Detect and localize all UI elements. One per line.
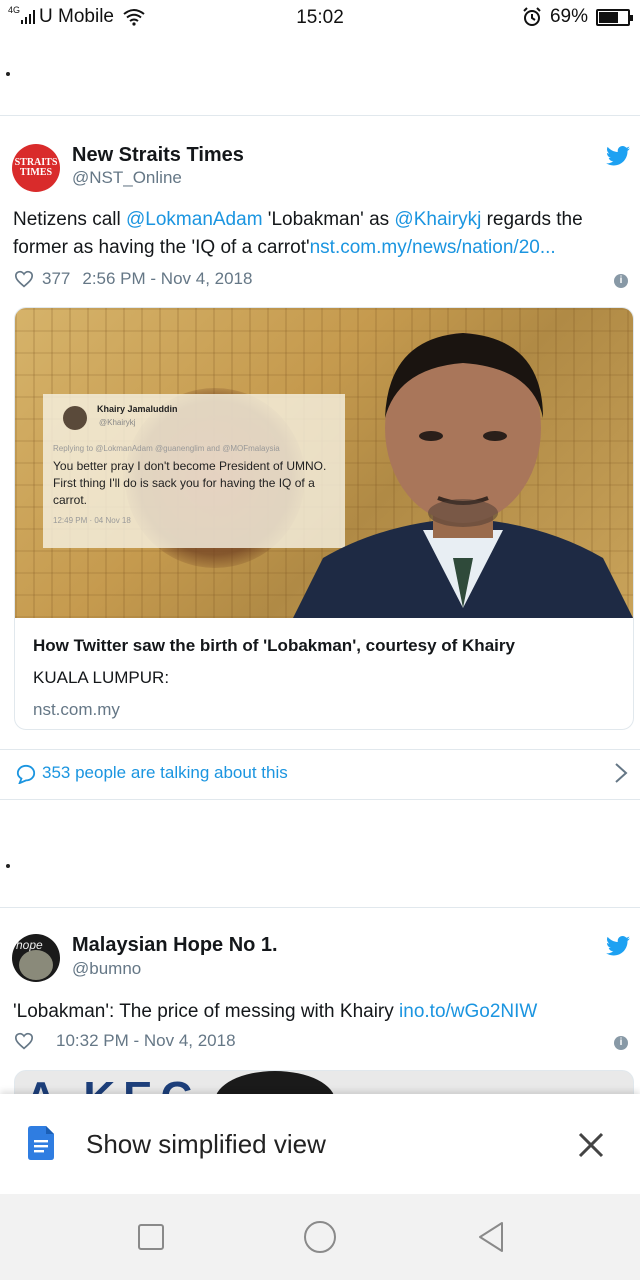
author-name[interactable]: New Straits Times xyxy=(72,144,244,167)
tweet-timestamp[interactable]: 10:32 PM - Nov 4, 2018 xyxy=(56,1031,236,1051)
avatar-nst[interactable]: STRAITS TIMES xyxy=(12,144,60,192)
tweet-nst[interactable]: STRAITS TIMES New Straits Times @NST_Onl… xyxy=(0,116,640,750)
card-image[interactable]: Khairy Jamaluddin @Khairykj Replying to … xyxy=(15,308,633,618)
status-right: 69% xyxy=(522,6,633,28)
mention-link[interactable]: @LokmanAdam xyxy=(126,209,263,230)
status-bar: 4G U Mobile 15:02 69% xyxy=(0,0,640,38)
talking-about-label[interactable]: 353 people are talking about this xyxy=(42,763,288,783)
info-icon[interactable]: i xyxy=(614,274,628,288)
author-handle[interactable]: @NST_Online xyxy=(72,168,182,188)
close-icon[interactable] xyxy=(578,1132,604,1158)
avatar-bumno[interactable]: hope xyxy=(12,934,60,982)
list-bullet xyxy=(6,864,10,868)
list-bullet xyxy=(6,72,10,76)
card-title[interactable]: How Twitter saw the birth of 'Lobakman',… xyxy=(33,634,615,658)
show-simplified-view-label[interactable]: Show simplified view xyxy=(86,1129,326,1160)
tweet-timestamp[interactable]: 2:56 PM - Nov 4, 2018 xyxy=(82,269,252,289)
battery-fill xyxy=(599,11,618,23)
card-domain: nst.com.my xyxy=(33,700,120,719)
avatar-face xyxy=(19,950,53,980)
card-description: KUALA LUMPUR: xyxy=(33,668,170,687)
tweet-url-link[interactable]: nst.com.my/news/nation/20... xyxy=(310,237,556,258)
alarm-icon xyxy=(523,7,541,26)
author-name[interactable]: Malaysian Hope No 1. xyxy=(72,934,278,957)
chevron-right-icon[interactable] xyxy=(614,761,628,785)
embedded-time: 12:49 PM · 04 Nov 18 xyxy=(53,516,131,525)
comment-bubble-icon xyxy=(16,764,36,784)
portrait-photo xyxy=(293,333,633,618)
tweet-text-part: 'Lobakman' as xyxy=(262,209,395,230)
divider xyxy=(0,799,640,800)
link-card[interactable]: Khairy Jamaluddin @Khairykj Replying to … xyxy=(14,307,634,730)
back-button[interactable] xyxy=(476,1221,506,1253)
home-button[interactable] xyxy=(304,1221,336,1253)
embedded-avatar xyxy=(63,406,87,430)
info-icon[interactable]: i xyxy=(614,1036,628,1050)
embedded-reply-line: Replying to @LokmanAdam @guanenglim and … xyxy=(53,444,280,453)
embedded-name: Khairy Jamaluddin xyxy=(97,404,178,414)
simplified-view-banner[interactable]: Show simplified view xyxy=(0,1094,640,1194)
twitter-bird-icon[interactable] xyxy=(606,146,630,166)
tweet-text: 'Lobakman': The price of messing with Kh… xyxy=(13,998,633,1026)
recent-apps-button[interactable] xyxy=(138,1224,164,1250)
embedded-handle: @Khairykj xyxy=(99,418,136,427)
system-navigation-bar xyxy=(0,1194,640,1280)
talking-about-row[interactable]: 353 people are talking about this xyxy=(0,749,640,799)
tweet-text-part: Netizens call xyxy=(13,209,126,230)
battery-icon xyxy=(596,8,633,26)
document-icon xyxy=(28,1126,54,1160)
heart-icon[interactable] xyxy=(14,270,34,288)
mention-link[interactable]: @Khairykj xyxy=(394,209,481,230)
twitter-bird-icon[interactable] xyxy=(606,936,630,956)
heart-icon[interactable] xyxy=(14,1032,34,1050)
tweet-url-link[interactable]: ino.to/wGo2NIW xyxy=(399,1001,537,1022)
tweet-meta: 10:32 PM - Nov 4, 2018 xyxy=(14,1031,236,1051)
tweet-text: Netizens call @LokmanAdam 'Lobakman' as … xyxy=(13,206,633,262)
battery-percent: 69% xyxy=(549,6,588,27)
tweet-text-part: 'Lobakman': The price of messing with Kh… xyxy=(13,1001,400,1022)
author-handle[interactable]: @bumno xyxy=(72,959,141,979)
tweet-meta: 377 2:56 PM - Nov 4, 2018 xyxy=(14,269,252,289)
avatar-logo-text: TIMES xyxy=(19,167,53,178)
like-count[interactable]: 377 xyxy=(42,269,70,289)
card-body[interactable]: How Twitter saw the birth of 'Lobakman',… xyxy=(15,618,633,729)
